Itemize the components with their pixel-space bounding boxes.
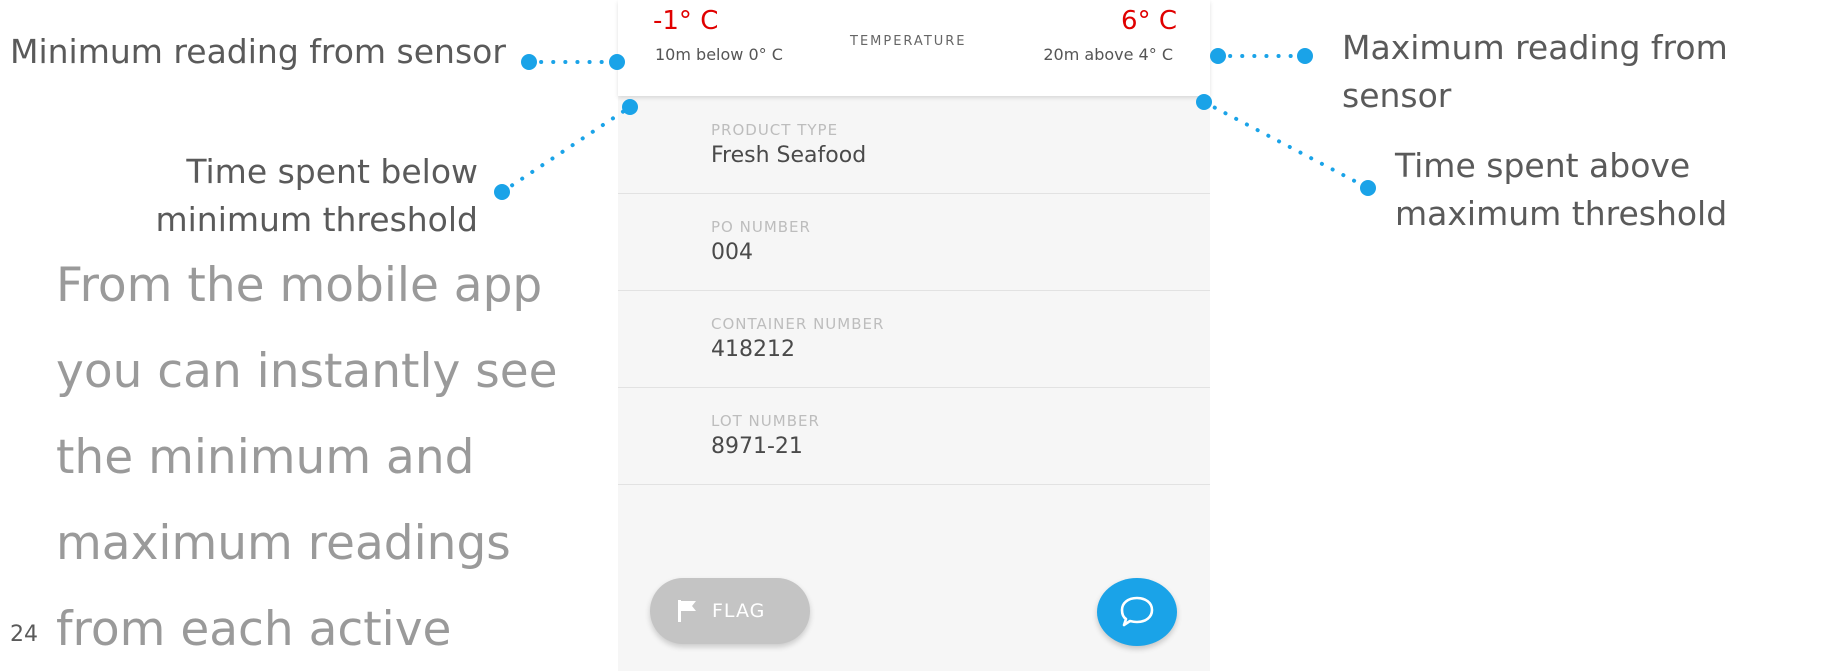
connector-dot xyxy=(521,54,537,70)
callout-connectors xyxy=(494,48,1376,200)
connector-time-above xyxy=(1202,100,1370,190)
connector-dot xyxy=(1360,180,1376,196)
connector-dot xyxy=(609,54,625,70)
connector-dot xyxy=(1196,94,1212,110)
connector-dot xyxy=(1297,48,1313,64)
connector-dot xyxy=(494,184,510,200)
connector-time-below xyxy=(500,105,632,194)
connector-dot xyxy=(622,99,638,115)
connector-dot xyxy=(1210,48,1226,64)
